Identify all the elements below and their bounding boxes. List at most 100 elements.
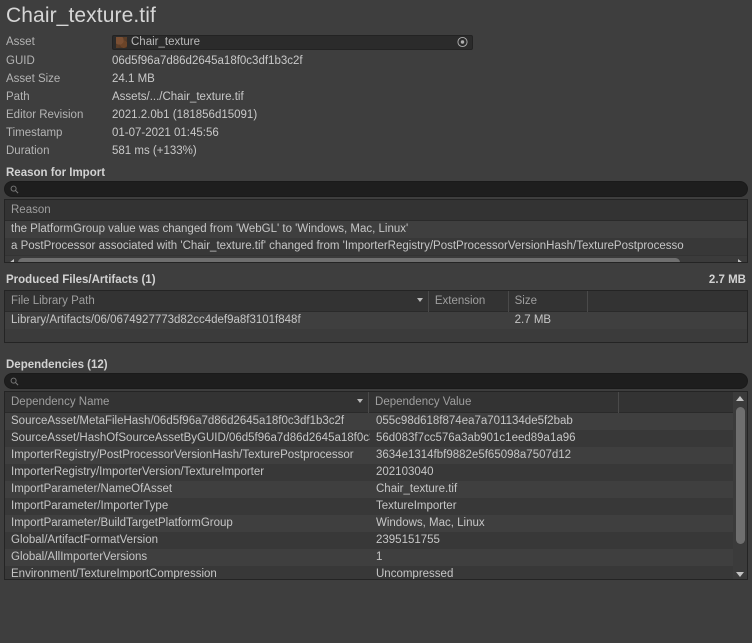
scroll-left-arrow-icon[interactable] [5,256,18,264]
asset-info-block: Asset Chair_texture GUID 06d5f96a7d86d26… [0,30,752,160]
dependency-name: ImportParameter/BuildTargetPlatformGroup [5,515,370,532]
info-label-guid: GUID [6,55,112,67]
reason-table: Reason the PlatformGroup value was chang… [4,199,748,263]
info-row-duration: Duration 581 ms (+133%) [0,142,752,160]
info-row-path: Path Assets/.../Chair_texture.tif [0,88,752,106]
table-row[interactable]: SourceAsset/HashOfSourceAssetByGUID/06d5… [5,430,747,447]
dependencies-vscroll-thumb[interactable] [736,407,745,544]
dependencies-table-header: Dependency Name Dependency Value [5,392,747,413]
scroll-up-arrow-icon[interactable] [733,392,747,405]
info-row-asset-size: Asset Size 24.1 MB [0,70,752,88]
column-header-dependency-value[interactable]: Dependency Value [369,392,619,413]
info-row-editor-revision: Editor Revision 2021.2.0b1 (181856d15091… [0,106,752,124]
table-row[interactable]: Global/AllImporterVersions 1 [5,549,747,566]
dependencies-section-heading: Dependencies (12) [0,356,752,373]
dependency-value: 3634e1314fbf9882e5f65098a7507d12 [370,447,735,464]
dependency-name: ImportParameter/ImporterType [5,498,370,515]
texture-thumbnail-icon [116,37,127,48]
reason-horizontal-scrollbar[interactable] [5,255,747,263]
table-row[interactable]: ImportParameter/NameOfAsset Chair_textur… [5,481,747,498]
import-activity-window: Chair_texture.tif Asset Chair_texture GU… [0,0,752,643]
sort-descending-icon [417,298,423,302]
sort-descending-icon [357,399,363,403]
dependencies-search-input[interactable] [22,375,747,387]
table-row[interactable]: ImportParameter/ImporterType TextureImpo… [5,498,747,515]
reason-row[interactable]: a PostProcessor associated with 'Chair_t… [5,238,747,255]
info-value-path: Assets/.../Chair_texture.tif [112,91,244,103]
reason-hscroll-thumb[interactable] [18,258,680,263]
reason-search-input[interactable] [22,183,747,195]
produced-total-size: 2.7 MB [709,274,746,286]
column-header-file-library-path[interactable]: File Library Path [5,291,429,312]
dependency-name: SourceAsset/HashOfSourceAssetByGUID/06d5… [5,430,370,447]
produced-section-heading: Produced Files/Artifacts (1) 2.7 MB [0,271,752,288]
reason-search-field[interactable] [4,181,748,197]
dependency-name: ImportParameter/NameOfAsset [5,481,370,498]
produced-table-header: File Library Path Extension Size [5,291,747,312]
dependency-value: 56d083f7cc576a3ab901c1eed89a1a96 [370,430,735,447]
column-header-dependency-name[interactable]: Dependency Name [5,392,369,413]
info-value-asset-size: 24.1 MB [112,73,155,85]
dependencies-search-field[interactable] [4,373,748,389]
search-icon [10,377,19,386]
table-row[interactable]: ImportParameter/BuildTargetPlatformGroup… [5,515,747,532]
info-label-asset: Asset [6,36,112,48]
table-row[interactable]: Library/Artifacts/06/0674927773d82cc4def… [5,312,747,329]
scroll-right-arrow-icon[interactable] [734,256,747,264]
column-header-file-library-path-label: File Library Path [11,295,95,307]
search-icon [10,185,19,194]
column-header-extension[interactable]: Extension [429,291,509,312]
info-label-asset-size: Asset Size [6,73,112,85]
table-row[interactable]: SourceAsset/MetaFileHash/06d5f96a7d86d26… [5,413,747,430]
produced-table-filler [5,329,747,343]
produced-heading-label: Produced Files/Artifacts (1) [6,274,156,286]
info-row-guid: GUID 06d5f96a7d86d2645a18f0c3df1b3c2f [0,52,752,70]
dependencies-vscroll-track[interactable] [733,405,747,568]
reason-row-text: a PostProcessor associated with 'Chair_t… [5,238,747,255]
column-header-reason[interactable]: Reason [5,200,747,221]
dependency-name: Environment/TextureImportCompression [5,566,370,580]
dependency-value: Uncompressed [370,566,735,580]
info-row-timestamp: Timestamp 01-07-2021 01:45:56 [0,124,752,142]
asset-object-field[interactable]: Chair_texture [112,35,473,50]
dependency-value: 1 [370,549,735,566]
dependency-value: 2395151755 [370,532,735,549]
target-picker-icon[interactable] [457,37,468,48]
produced-files-table: File Library Path Extension Size Library… [4,290,748,343]
dependency-value: TextureImporter [370,498,735,515]
info-value-guid: 06d5f96a7d86d2645a18f0c3df1b3c2f [112,55,303,67]
dependency-name: Global/AllImporterVersions [5,549,370,566]
info-label-editor-revision: Editor Revision [6,109,112,121]
scroll-down-arrow-icon[interactable] [733,568,747,580]
reason-hscroll-track[interactable] [18,256,734,264]
reason-row-text: the PlatformGroup value was changed from… [5,221,747,238]
dependency-name: ImporterRegistry/PostProcessorVersionHas… [5,447,370,464]
info-label-path: Path [6,91,112,103]
page-title: Chair_texture.tif [0,0,752,30]
table-row[interactable]: Global/ArtifactFormatVersion 2395151755 [5,532,747,549]
produced-row-size: 2.7 MB [509,312,589,329]
info-value-duration: 581 ms (+133%) [112,145,197,157]
table-row[interactable]: ImporterRegistry/ImporterVersion/Texture… [5,464,747,481]
info-value-editor-revision: 2021.2.0b1 (181856d15091) [112,109,257,121]
dependencies-vertical-scrollbar[interactable] [733,392,747,580]
dependency-name: SourceAsset/MetaFileHash/06d5f96a7d86d26… [5,413,370,430]
column-header-size[interactable]: Size [509,291,589,312]
column-header-produced-extra[interactable] [588,291,747,312]
info-label-timestamp: Timestamp [6,127,112,139]
table-row[interactable]: ImporterRegistry/PostProcessorVersionHas… [5,447,747,464]
dependency-value: 202103040 [370,464,735,481]
reason-heading-label: Reason for Import [6,167,105,179]
dependency-value: Windows, Mac, Linux [370,515,735,532]
produced-row-extra [588,312,747,329]
table-row[interactable]: Environment/TextureImportCompression Unc… [5,566,747,580]
produced-row-extension [429,312,509,329]
dependencies-table: Dependency Name Dependency Value SourceA… [4,391,748,580]
reason-table-header: Reason [5,200,747,221]
dependency-name: Global/ArtifactFormatVersion [5,532,370,549]
info-value-timestamp: 01-07-2021 01:45:56 [112,127,219,139]
column-header-dependency-extra[interactable] [619,392,747,413]
asset-object-name: Chair_texture [131,36,200,48]
reason-row[interactable]: the PlatformGroup value was changed from… [5,221,747,238]
dependency-name: ImporterRegistry/ImporterVersion/Texture… [5,464,370,481]
